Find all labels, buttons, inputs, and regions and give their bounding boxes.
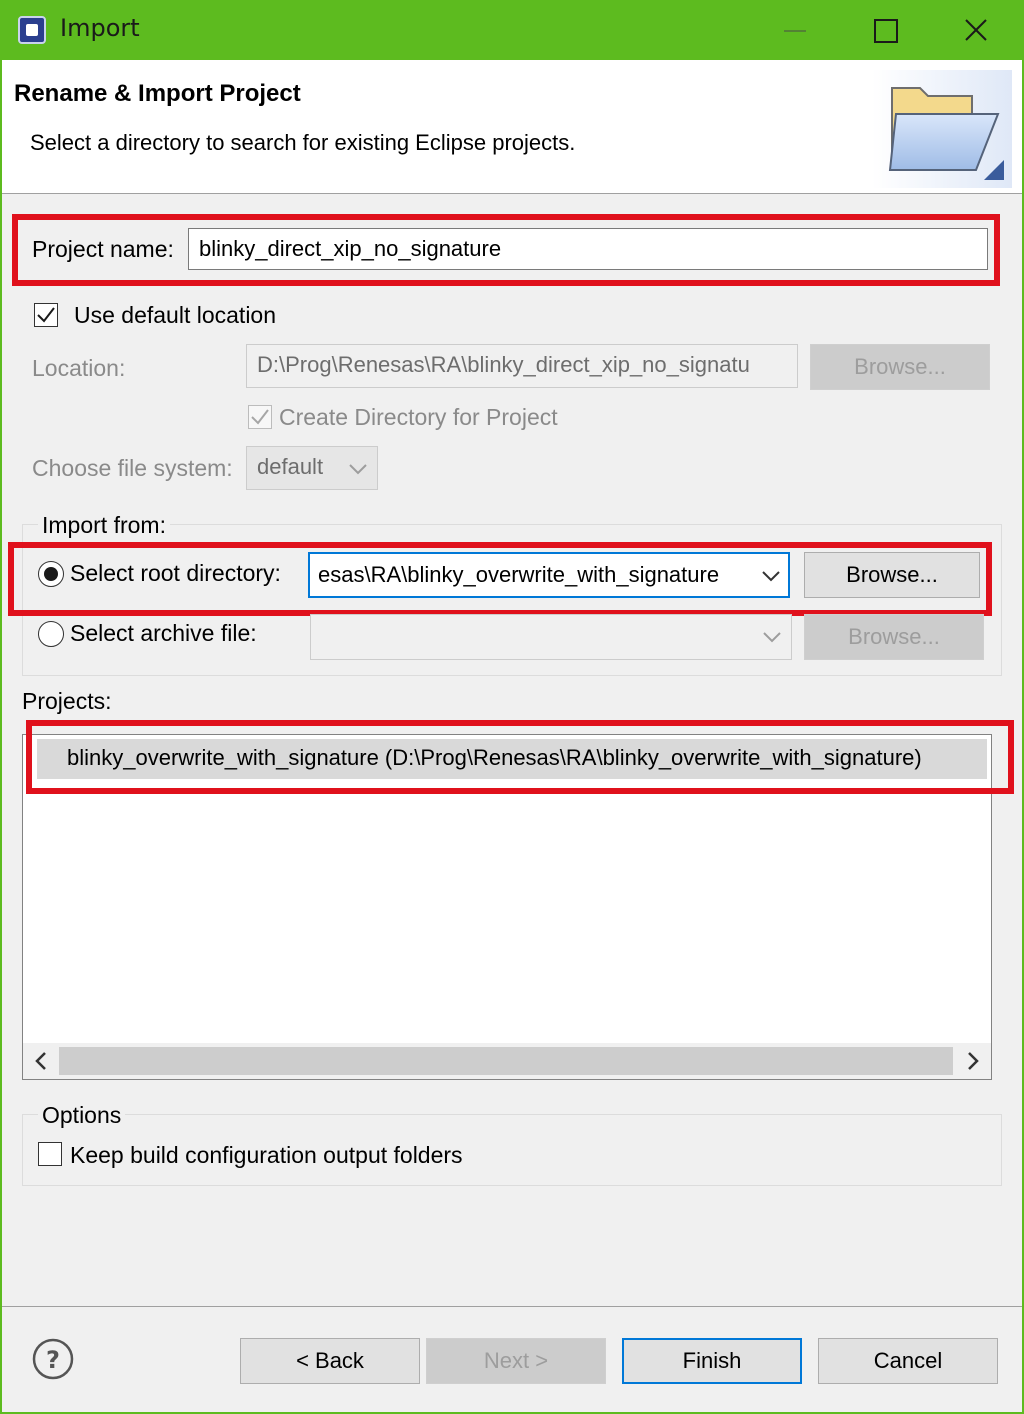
highlight-project-entry [26,720,1014,794]
create-directory-checkbox[interactable] [248,405,272,429]
minimize-button[interactable] [748,0,840,60]
svg-text:?: ? [46,1346,60,1374]
page-description: Select a directory to search for existin… [30,130,576,155]
scroll-left-icon[interactable] [23,1043,59,1079]
footer-divider [2,1306,1022,1307]
close-button[interactable] [930,0,1022,60]
highlight-project-name [12,214,1000,286]
location-label: Location: [32,355,126,381]
file-system-select[interactable]: default [246,446,378,490]
location-browse-button[interactable]: Browse... [810,344,990,390]
page-title: Rename & Import Project [14,80,301,107]
projects-label: Projects: [22,688,112,714]
back-button[interactable]: < Back [240,1338,420,1384]
help-icon[interactable]: ? [32,1338,74,1380]
chevron-down-icon [763,632,781,643]
next-button[interactable]: Next > [426,1338,606,1384]
cancel-button[interactable]: Cancel [818,1338,998,1384]
scrollbar-thumb[interactable] [59,1047,953,1075]
file-system-label: Choose file system: [32,455,233,481]
window-title: Import [60,14,140,42]
folder-icon [872,70,1012,188]
close-icon [965,19,987,41]
select-archive-file-radio[interactable] [38,621,64,647]
wizard-banner: Rename & Import Project Select a directo… [2,60,1022,194]
select-archive-file-label: Select archive file: [70,620,257,646]
use-default-location-label: Use default location [74,302,277,328]
title-bar[interactable]: Import [0,0,1024,60]
create-directory-label: Create Directory for Project [279,404,558,430]
options-label: Options [38,1102,126,1129]
chevron-down-icon [349,464,367,475]
finish-button[interactable]: Finish [622,1338,802,1384]
dialog-content: Rename & Import Project Select a directo… [2,60,1022,1412]
location-input[interactable]: D:\Prog\Renesas\RA\blinky_direct_xip_no_… [246,344,798,388]
highlight-root-directory [8,542,992,616]
maximize-button[interactable] [838,0,930,60]
keep-build-folders-label: Keep build configuration output folders [70,1142,463,1168]
use-default-location-checkbox[interactable] [34,303,58,327]
scroll-right-icon[interactable] [955,1043,991,1079]
import-dialog: Import Rename & Import Project Select a … [0,0,1024,1414]
keep-build-folders-checkbox[interactable] [38,1142,62,1166]
archive-file-combo[interactable] [310,614,792,660]
checkmark-icon [37,307,55,323]
horizontal-scrollbar[interactable] [23,1043,991,1079]
import-from-label: Import from: [38,512,170,539]
checkmark-icon [251,409,269,425]
file-system-value: default [257,454,324,479]
archive-file-browse-button[interactable]: Browse... [804,614,984,660]
eclipse-app-icon [18,16,46,44]
